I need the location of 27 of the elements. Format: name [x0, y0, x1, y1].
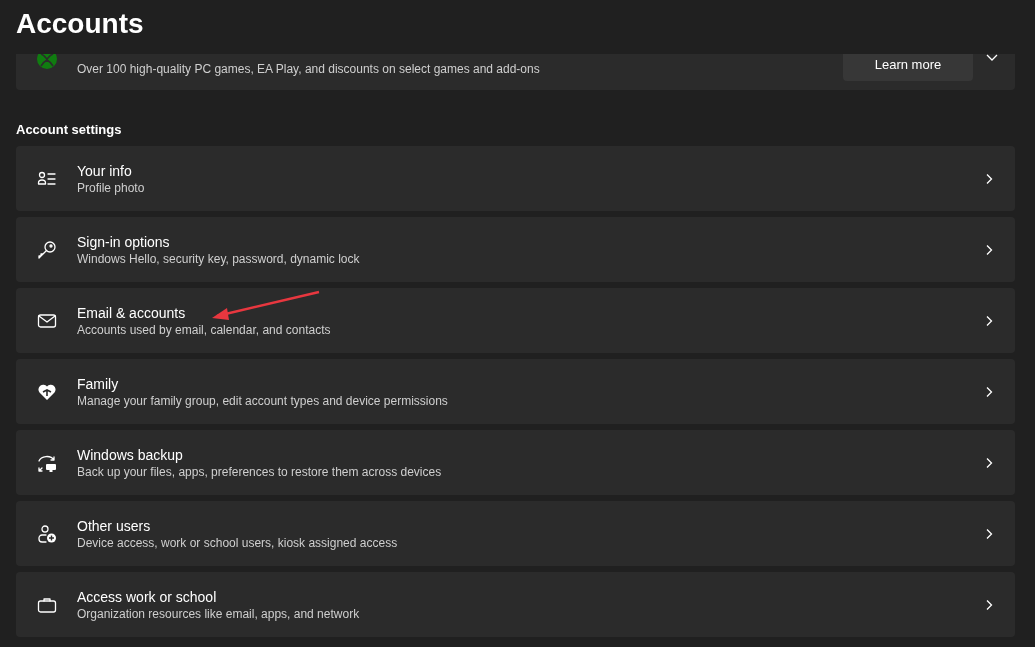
item-subtitle: Profile photo — [77, 180, 146, 195]
item-title: Other users — [77, 517, 152, 534]
add-user-icon — [37, 523, 57, 544]
item-subtitle: Back up your files, apps, preferences to restore them across devices — [77, 464, 443, 479]
section-title: Account settings — [16, 122, 123, 137]
item-title: Your info — [77, 162, 133, 179]
item-title: Sign-in options — [77, 233, 171, 250]
settings-item[interactable]: Windows backup Back up your files, apps, preferences to restore them across devices — [16, 430, 1015, 495]
item-subtitle: Accounts used by email, calendar, and contacts — [77, 322, 332, 337]
item-title: Email & accounts — [77, 304, 187, 321]
settings-item[interactable]: Family Manage your family group, edit account types and device permissions — [16, 359, 1015, 424]
item-title: Family — [77, 375, 120, 392]
settings-item[interactable]: Your info Profile photo — [16, 146, 1015, 211]
promo-description: Over 100 high-quality PC games, EA Play, and discounts on select games and add-ons — [77, 62, 541, 76]
settings-item[interactable]: Other users Device access, work or school users, kiosk assigned access — [16, 501, 1015, 566]
key-icon — [37, 239, 57, 260]
settings-item[interactable]: Sign-in options Windows Hello, security key, password, dynamic lock — [16, 217, 1015, 282]
item-title: Windows backup — [77, 446, 184, 463]
item-subtitle: Windows Hello, security key, password, dynamic lock — [77, 251, 361, 266]
learn-more-button[interactable]: Learn more — [843, 54, 973, 81]
settings-item[interactable]: Email & accounts Accounts used by email, calendar, and contacts — [16, 288, 1015, 353]
item-subtitle: Manage your family group, edit account types and device permissions — [77, 393, 449, 408]
item-subtitle: Device access, work or school users, kiosk assigned access — [77, 535, 399, 550]
item-subtitle: Organization resources like email, apps, and network — [77, 606, 361, 621]
settings-item[interactable]: Access work or school Organization resources like email, apps, and network — [16, 572, 1015, 637]
item-title: Access work or school — [77, 588, 218, 605]
page-title: Accounts — [16, 7, 144, 41]
